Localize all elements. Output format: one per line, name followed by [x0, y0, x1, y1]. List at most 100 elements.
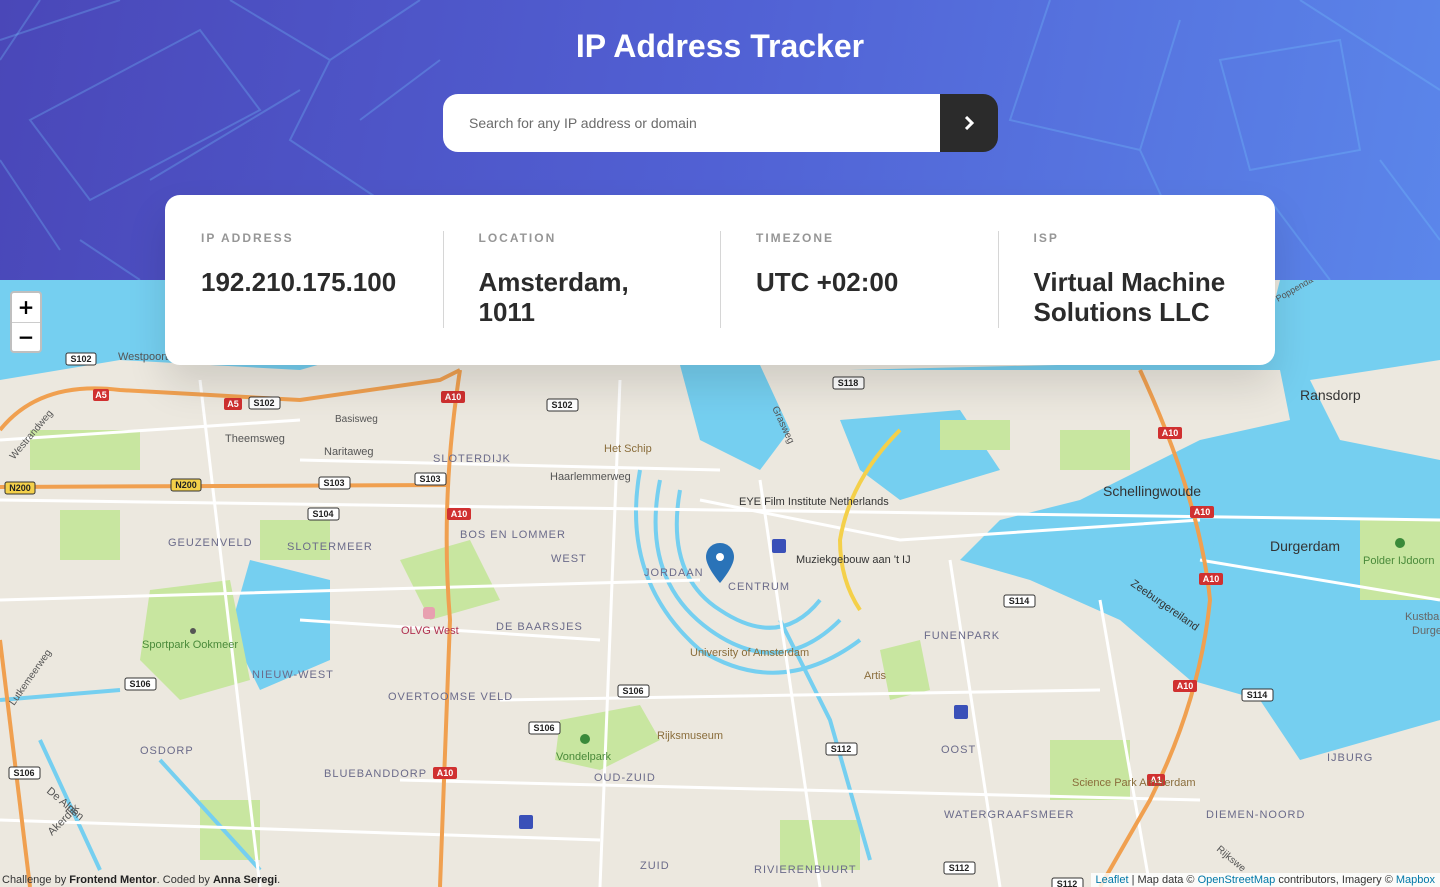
leaflet-link[interactable]: Leaflet [1096, 874, 1129, 886]
road-shield: S106 [617, 684, 650, 698]
map-label: Muziekgebouw aan 't IJ [796, 554, 911, 566]
road-shield: S106 [124, 677, 157, 691]
shield-a10g: A10 [437, 768, 454, 778]
author-link[interactable]: Anna Seregi [213, 874, 277, 886]
timezone-label: TIMEZONE [756, 231, 834, 245]
shield-s103a: S103 [323, 478, 344, 488]
road-shield: S114 [1003, 594, 1036, 608]
road-shield: S106 [528, 721, 561, 735]
isp-section: ISP Virtual Machine Solutions LLC [997, 195, 1276, 365]
map-label: OSDORP [140, 745, 194, 757]
road-shield: A5 [93, 389, 109, 401]
road-shield: N200 [4, 481, 36, 495]
ip-address-value: 192.210.175.100 [201, 267, 397, 297]
map[interactable]: S102 A5 A5 S102 A10 S102 S118 S103 S103 … [0, 280, 1440, 887]
park-dot-icon [190, 628, 196, 634]
shield-s106d: S106 [13, 768, 34, 778]
road-shield: A10 [441, 391, 465, 403]
map-label: DIEMEN-NOORD [1206, 809, 1305, 821]
map-label: Science Park Amsterdam [1072, 777, 1196, 789]
road-shield: S106 [8, 766, 41, 780]
zoom-in-button[interactable]: + [12, 293, 40, 323]
attribution-text: | Map data © [1128, 874, 1198, 886]
shield-s106b: S106 [622, 686, 643, 696]
shield-s112c: S112 [1057, 879, 1078, 887]
search-input[interactable] [443, 94, 940, 152]
road-shield: S112 [943, 861, 976, 875]
map-label: Polder IJdoorn [1363, 555, 1435, 567]
map-label: GEUZENVELD [168, 537, 253, 549]
osm-link[interactable]: OpenStreetMap [1198, 874, 1276, 886]
map-tiles[interactable]: S102 A5 A5 S102 A10 S102 S118 S103 S103 … [0, 280, 1440, 887]
road-shield: S103 [414, 472, 447, 486]
map-label: Durge [1412, 625, 1440, 637]
location-section: LOCATION Amsterdam, 1011 [442, 195, 721, 365]
shield-a10c: A10 [1162, 428, 1179, 438]
train-station-icon [519, 815, 533, 829]
road-shield: S112 [1051, 877, 1084, 887]
map-label: University of Amsterdam [690, 647, 809, 659]
map-label: CENTRUM [728, 581, 790, 593]
shield-s118: S118 [838, 378, 859, 388]
map-label: BOS EN LOMMER [460, 529, 566, 541]
map-label: IJBURG [1327, 752, 1373, 764]
shield-s102c: S102 [551, 400, 572, 410]
chevron-right-icon [964, 116, 975, 130]
road-shield: A10 [1173, 680, 1197, 692]
map-label: Schellingwoude [1103, 483, 1201, 499]
road-shield: S118 [832, 376, 865, 390]
ip-address-label: IP ADDRESS [201, 231, 294, 245]
shield-a5b: A5 [227, 399, 239, 409]
map-label: Vondelpark [556, 751, 612, 763]
ip-address-section: IP ADDRESS 192.210.175.100 [165, 195, 443, 365]
map-label: ZUID [640, 860, 670, 872]
shield-s102b: S102 [253, 398, 274, 408]
shield-a10b: A10 [451, 509, 468, 519]
map-label: Ransdorp [1300, 387, 1361, 403]
search-bar [443, 94, 998, 152]
map-label: WEST [551, 553, 587, 565]
road-shield: S114 [1241, 688, 1274, 702]
map-label: OUD-ZUID [594, 772, 656, 784]
hospital-icon [423, 607, 435, 619]
frontend-mentor-link[interactable]: Frontend Mentor [69, 874, 156, 886]
tree-icon [580, 734, 590, 744]
map-label: NIEUW-WEST [252, 669, 334, 681]
map-label: BLUEBANDDORP [324, 768, 427, 780]
shield-n200a: N200 [9, 483, 31, 493]
road-shield: N200 [170, 478, 202, 492]
shield-s106a: S106 [129, 679, 150, 689]
map-label: EYE Film Institute Netherlands [739, 496, 889, 508]
shield-s104: S104 [312, 509, 333, 519]
shield-s106c: S106 [533, 723, 554, 733]
credit-suffix: . [277, 874, 281, 886]
credit-mid: . Coded by [156, 874, 213, 886]
shield-s112b: S112 [949, 863, 970, 873]
location-label: LOCATION [478, 231, 557, 245]
map-label: SLOTERMEER [287, 541, 373, 553]
info-card: IP ADDRESS 192.210.175.100 LOCATION Amst… [165, 195, 1275, 365]
road-shield: S112 [825, 742, 858, 756]
road-shield: A10 [1199, 573, 1223, 585]
shield-n200b: N200 [175, 480, 197, 490]
location-marker-icon[interactable] [706, 543, 734, 583]
zoom-out-button[interactable]: − [12, 323, 40, 352]
road-shield: A10 [447, 508, 471, 520]
mapbox-link[interactable]: Mapbox [1396, 874, 1435, 886]
map-label: DE BAARSJES [496, 621, 583, 633]
submit-button[interactable] [940, 94, 998, 152]
credit: Challenge by Frontend Mentor. Coded by A… [0, 873, 282, 887]
road-shield: A10 [1158, 427, 1182, 439]
map-label: Naritaweg [324, 446, 374, 458]
shield-s114a: S114 [1009, 596, 1030, 606]
road-shield: A10 [1190, 506, 1214, 518]
shield-a10e: A10 [1203, 574, 1220, 584]
shield-a10a: A10 [445, 392, 462, 402]
road-shield: S104 [307, 507, 340, 521]
shield-s102a: S102 [70, 354, 91, 364]
shield-s114b: S114 [1247, 690, 1268, 700]
map-label: OLVG West [401, 625, 459, 637]
road-shield: S102 [546, 398, 579, 412]
road-shield: S102 [248, 396, 281, 410]
map-label: WATERGRAAFSMEER [944, 809, 1075, 821]
